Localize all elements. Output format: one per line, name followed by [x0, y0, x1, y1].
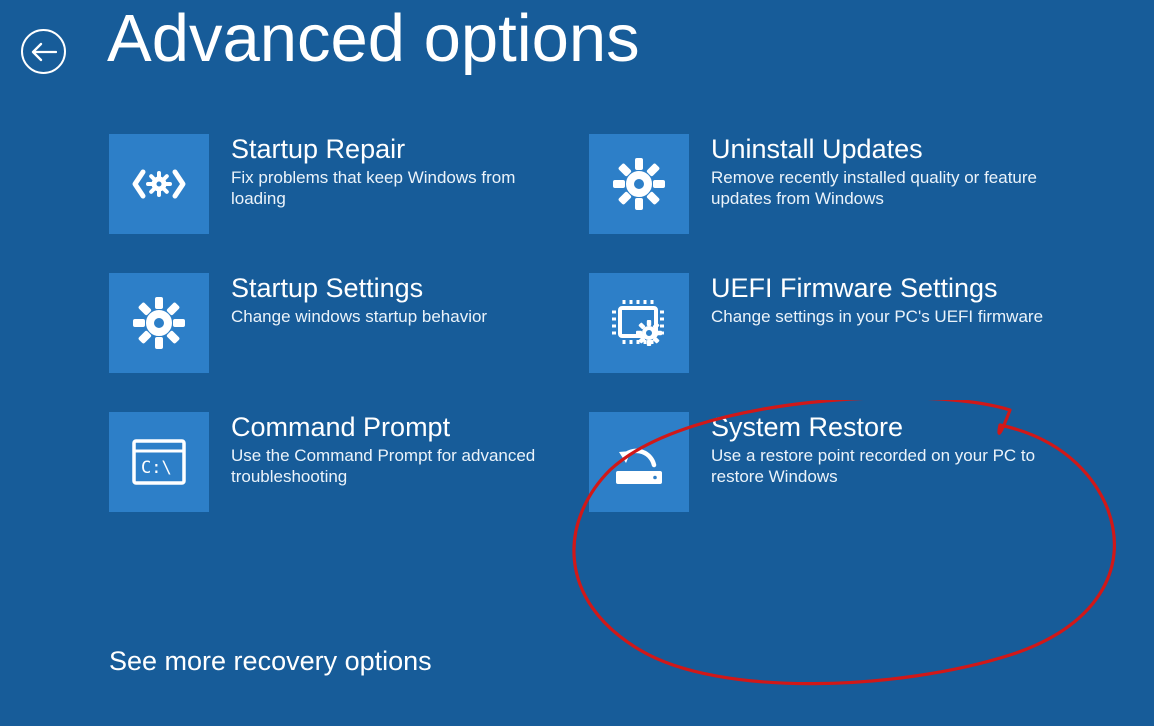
tile-desc: Change windows startup behavior: [231, 306, 487, 327]
tile-system-restore[interactable]: System Restore Use a restore point recor…: [589, 412, 1069, 514]
tile-title: Command Prompt: [231, 412, 571, 443]
tile-title: Uninstall Updates: [711, 134, 1051, 165]
tile-desc: Use a restore point recorded on your PC …: [711, 445, 1051, 488]
tile-uninstall-updates[interactable]: Uninstall Updates Remove recently instal…: [589, 134, 1069, 236]
back-button[interactable]: [21, 29, 66, 74]
tile-desc: Fix problems that keep Windows from load…: [231, 167, 571, 210]
tile-startup-settings[interactable]: Startup Settings Change windows startup …: [109, 273, 589, 375]
tile-desc: Use the Command Prompt for advanced trou…: [231, 445, 571, 488]
see-more-recovery-options[interactable]: See more recovery options: [109, 646, 432, 677]
svg-text:C:\: C:\: [141, 458, 172, 478]
tile-desc: Remove recently installed quality or fea…: [711, 167, 1051, 210]
tile-title: UEFI Firmware Settings: [711, 273, 1043, 304]
arrow-left-icon: [31, 42, 57, 62]
tile-title: System Restore: [711, 412, 1051, 443]
page-title: Advanced options: [107, 0, 640, 77]
tile-command-prompt[interactable]: C:\ Command Prompt Use the Command Promp…: [109, 412, 589, 514]
tile-title: Startup Settings: [231, 273, 487, 304]
tile-uefi-firmware[interactable]: UEFI Firmware Settings Change settings i…: [589, 273, 1069, 375]
tile-startup-repair[interactable]: Startup Repair Fix problems that keep Wi…: [109, 134, 589, 236]
options-grid: Startup Repair Fix problems that keep Wi…: [109, 134, 1069, 551]
tile-title: Startup Repair: [231, 134, 571, 165]
uninstall-updates-icon: [589, 134, 689, 234]
system-restore-icon: [589, 412, 689, 512]
startup-settings-icon: [109, 273, 209, 373]
uefi-firmware-icon: [589, 273, 689, 373]
command-prompt-icon: C:\: [109, 412, 209, 512]
startup-repair-icon: [109, 134, 209, 234]
tile-desc: Change settings in your PC's UEFI firmwa…: [711, 306, 1043, 327]
